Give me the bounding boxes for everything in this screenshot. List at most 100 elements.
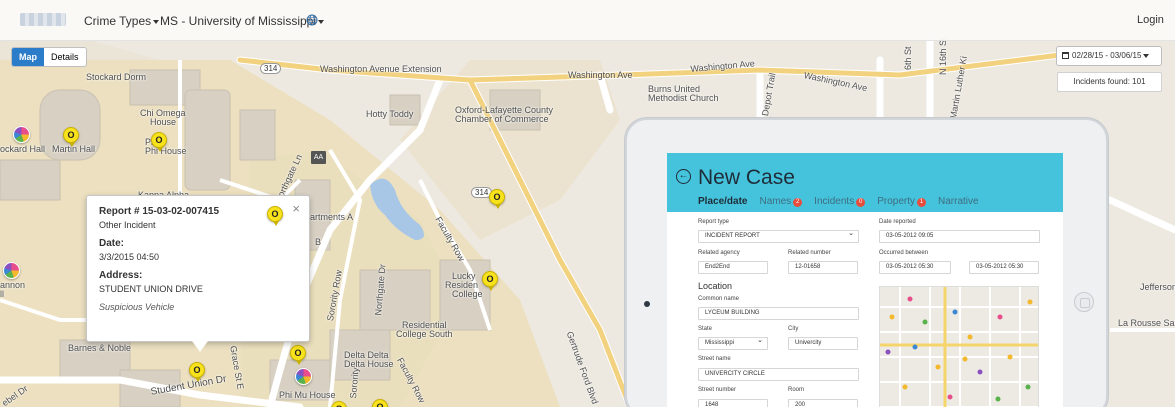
- related-agency-label: Related agency: [698, 250, 740, 256]
- map-label-phi-mu-house: Phi Mu House: [279, 390, 336, 400]
- new-case-title: New Case: [698, 166, 795, 189]
- incident-popup: × O Report # 15-03-02-007415 Other Incid…: [86, 195, 310, 352]
- case-tabs: Place/date Names 2 Incidents 0 Property 1 N…: [698, 196, 979, 207]
- room-label: Room: [788, 387, 805, 393]
- tablet-device-frame: ← New Case Place/date Names 2 Incidents 0 …: [625, 118, 1108, 407]
- state-label: State: [698, 326, 713, 332]
- common-name-input[interactable]: LYCEUM BUILDING: [698, 307, 859, 320]
- address-value: STUDENT UNION DRIVE: [99, 284, 203, 294]
- tab-label: Narrative: [938, 196, 979, 207]
- incidents-found-counter: Incidents found: 101: [1057, 72, 1162, 92]
- map-label-college: College: [452, 289, 483, 299]
- street-number-label: Street number: [698, 387, 737, 393]
- incident-note: Suspicious Vehicle: [99, 302, 175, 312]
- university-label: MS - University of Mississippi: [160, 14, 317, 28]
- date-reported-input[interactable]: 03-05-2012 09:05: [879, 230, 1040, 243]
- incident-marker[interactable]: O: [189, 362, 205, 382]
- address-label: Address:: [99, 270, 143, 281]
- map-label-washington-ave-ext: Washington Avenue Extension: [320, 64, 442, 74]
- occurred-to-input[interactable]: 03-05-2012 05:30: [969, 261, 1039, 274]
- map-label-barnes-noble: Barnes & Noble: [68, 343, 132, 353]
- aa-poi-icon: AA: [311, 151, 326, 164]
- map-view-button[interactable]: Map: [12, 48, 44, 66]
- map-label-chi-omega-house: House: [150, 117, 177, 127]
- map-label-phi-house: Phi House: [145, 146, 187, 156]
- date-range-picker[interactable]: 02/28/15 - 03/06/15: [1056, 46, 1162, 66]
- related-agency-input[interactable]: End2End: [698, 261, 768, 274]
- date-label: Date:: [99, 238, 125, 249]
- room-input[interactable]: 200: [788, 399, 858, 407]
- university-menu[interactable]: MS - University of Mississippi: [160, 14, 325, 28]
- map-label-cannon-2: ll: [0, 289, 4, 299]
- count-badge: 1: [917, 198, 926, 207]
- report-type-label: Report type: [698, 219, 730, 225]
- count-badge: 0: [856, 198, 866, 207]
- tab-incidents[interactable]: Incidents 0: [814, 196, 866, 207]
- related-number-label: Related number: [788, 250, 831, 256]
- tab-property[interactable]: Property 1: [877, 196, 926, 207]
- chevron-down-icon: [153, 19, 160, 24]
- incident-marker[interactable]: O: [63, 127, 79, 147]
- minimap-grid: [880, 287, 1038, 407]
- common-name-label: Common name: [698, 296, 740, 302]
- incident-type: Other Incident: [99, 220, 156, 230]
- map-label-college-south: College South: [396, 329, 453, 339]
- highway-shield-314: 314: [260, 63, 282, 74]
- map-label-chamber-of-commerce: Chamber of Commerce: [455, 114, 549, 124]
- map-label-b: B: [315, 237, 322, 247]
- crime-types-label: Crime Types: [84, 14, 152, 28]
- date-value: 3/3/2015 04:50: [99, 252, 160, 262]
- tab-names[interactable]: Names 2: [759, 196, 803, 207]
- chevron-down-icon: [1143, 53, 1150, 58]
- street-name-input[interactable]: UNIVERCITY CIRCLE: [698, 368, 859, 381]
- related-number-input[interactable]: 12-01658: [788, 261, 858, 274]
- street-number-input[interactable]: 1648: [698, 399, 768, 407]
- chevron-down-icon: [318, 19, 325, 24]
- report-type-select[interactable]: INCIDENT REPORT: [698, 228, 859, 243]
- occurred-between-label: Occurred between: [879, 250, 929, 256]
- incident-cluster-marker[interactable]: [295, 368, 312, 385]
- tab-label: Property: [877, 196, 915, 207]
- close-icon[interactable]: ×: [292, 201, 300, 216]
- map-label-stockard-hall: ockard Hall: [0, 144, 46, 154]
- city-label: City: [788, 326, 799, 332]
- map-label-methodist-church: Methodist Church: [648, 93, 719, 103]
- tab-label: Names: [759, 196, 792, 207]
- map-label-stockard-dorm: Stockard Dorm: [86, 72, 147, 82]
- date-range-value: 02/28/15 - 03/06/15: [1072, 51, 1142, 60]
- login-link[interactable]: Login: [1137, 14, 1164, 26]
- map-label-6th-st: 6th St: [903, 46, 913, 70]
- state-select[interactable]: Mississippi: [698, 335, 768, 350]
- incident-marker[interactable]: O: [482, 271, 498, 291]
- incident-cluster-marker[interactable]: [13, 126, 30, 143]
- street-name-label: Street name: [698, 356, 731, 362]
- camera-dot: [644, 301, 650, 307]
- map-label-apartments: artments A: [310, 212, 354, 222]
- new-case-screen: ← New Case Place/date Names 2 Incidents 0 …: [667, 153, 1063, 407]
- incident-cluster-marker[interactable]: [3, 262, 20, 279]
- globe-icon[interactable]: [306, 14, 318, 26]
- details-view-button[interactable]: Details: [44, 48, 86, 66]
- tab-place-date[interactable]: Place/date: [698, 196, 747, 207]
- incident-marker[interactable]: O: [151, 132, 167, 152]
- app-logo[interactable]: [20, 13, 66, 26]
- home-button: [1074, 292, 1094, 312]
- case-location-minimap[interactable]: [879, 286, 1039, 407]
- incident-marker[interactable]: O: [489, 189, 505, 209]
- tab-narrative[interactable]: Narrative: [938, 196, 979, 207]
- back-arrow-icon[interactable]: ←: [676, 169, 691, 184]
- map-label-hotty-toddy: Hotty Toddy: [366, 109, 414, 119]
- date-reported-label: Date reported: [879, 219, 916, 225]
- count-badge: 2: [793, 198, 803, 207]
- location-heading: Location: [698, 281, 733, 291]
- city-input[interactable]: Univercity: [788, 337, 858, 350]
- crime-types-menu[interactable]: Crime Types: [84, 14, 160, 28]
- tab-label: Incidents: [814, 196, 855, 207]
- map-label-la-rousse: La Rousse Salon &: [1118, 318, 1175, 328]
- top-navbar: Crime Types MS - University of Mississip…: [0, 0, 1175, 41]
- map-label-jefferson: Jefferson: [1140, 282, 1175, 292]
- incident-marker[interactable]: O: [290, 345, 306, 365]
- occurred-from-input[interactable]: 03-05-2012 05:30: [879, 261, 951, 274]
- tab-label: Place/date: [698, 196, 748, 207]
- new-case-header: ← New Case Place/date Names 2 Incidents 0 …: [667, 153, 1063, 212]
